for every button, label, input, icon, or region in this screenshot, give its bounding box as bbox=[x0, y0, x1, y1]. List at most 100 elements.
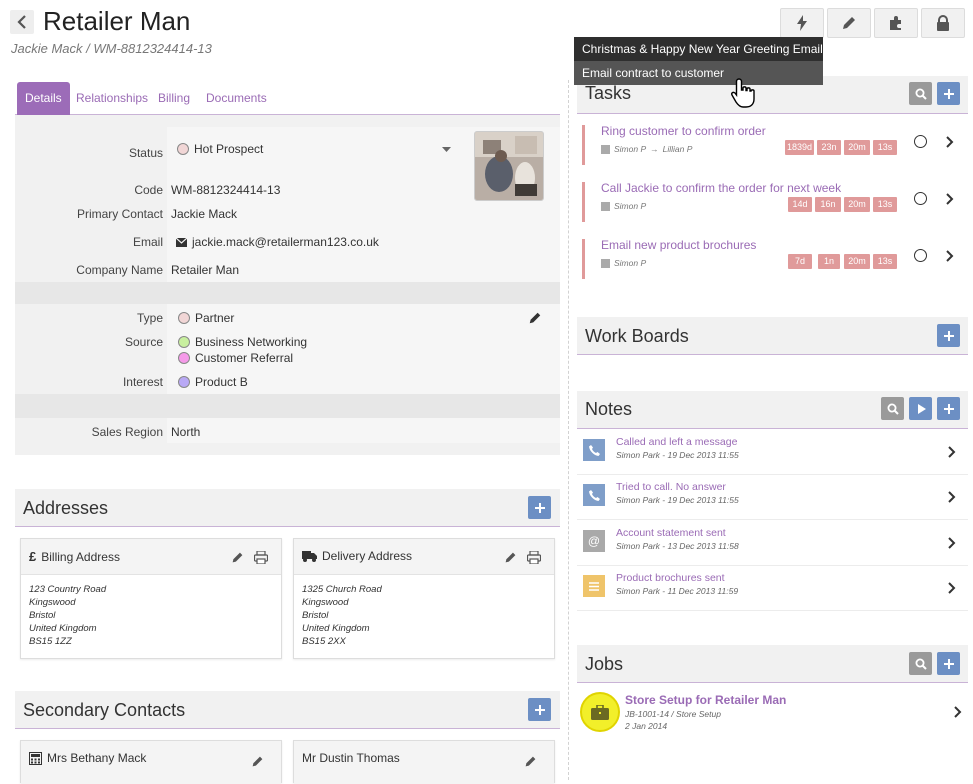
billing-address-lines: 123 Country Road Kingswood Bristol Unite… bbox=[29, 583, 106, 648]
actions-button[interactable] bbox=[780, 8, 824, 38]
address-line: 123 Country Road bbox=[29, 584, 107, 595]
note-title[interactable]: Called and left a message bbox=[616, 436, 737, 448]
pencil-icon bbox=[252, 756, 263, 767]
source-value-row-1: Business Networking bbox=[178, 335, 307, 349]
lock-icon bbox=[937, 15, 949, 31]
page-subtitle: Jackie Mack / WM-8812324414-13 bbox=[11, 41, 212, 56]
task-title[interactable]: Call Jackie to confirm the order for nex… bbox=[601, 181, 841, 195]
task-item[interactable]: Email new product brochures Simon P 7d 1… bbox=[582, 238, 902, 279]
job-title[interactable]: Store Setup for Retailer Man bbox=[625, 693, 786, 707]
chevron-right-icon[interactable] bbox=[946, 136, 954, 148]
add-address-button[interactable] bbox=[528, 496, 551, 519]
job-item[interactable]: Store Setup for Retailer Man JB-1001-14 … bbox=[577, 688, 968, 736]
secondary-contact-card: Mr Dustin Thomas bbox=[293, 740, 555, 784]
note-item[interactable]: @ Account statement sent Simon Park - 13… bbox=[577, 522, 968, 566]
note-item[interactable]: Tried to call. No answer Simon Park - 19… bbox=[577, 476, 968, 520]
company-name-label: Company Name bbox=[76, 263, 163, 277]
search-notes-button[interactable] bbox=[881, 397, 904, 420]
secondary-contact-card: Mrs Bethany Mack bbox=[20, 740, 282, 784]
chevron-right-icon[interactable] bbox=[946, 250, 954, 262]
email-link[interactable]: jackie.mack@retailerman123.co.uk bbox=[176, 235, 379, 249]
delivery-address-lines: 1325 Church Road Kingswood Bristol Unite… bbox=[302, 583, 382, 648]
add-work-board-button[interactable] bbox=[937, 324, 960, 347]
edit-button[interactable] bbox=[827, 8, 871, 38]
task-title[interactable]: Ring customer to confirm order bbox=[601, 124, 766, 138]
pencil-icon bbox=[232, 552, 243, 563]
tab-details[interactable]: Details bbox=[17, 82, 70, 115]
tab-documents[interactable]: Documents bbox=[206, 82, 267, 115]
address-line: United Kingdom bbox=[302, 623, 370, 634]
chevron-right-icon[interactable] bbox=[954, 706, 962, 718]
print-billing-address-button[interactable] bbox=[254, 551, 268, 564]
dropdown-caret-icon[interactable] bbox=[442, 147, 451, 153]
pound-icon: £ bbox=[29, 549, 37, 564]
interest-color-dot bbox=[178, 376, 190, 388]
address-line: United Kingdom bbox=[29, 623, 97, 634]
task-assignees: Simon P → Lillian P bbox=[601, 144, 692, 154]
note-title[interactable]: Account statement sent bbox=[616, 527, 726, 539]
search-jobs-button[interactable] bbox=[909, 652, 932, 675]
chevron-right-icon[interactable] bbox=[948, 491, 956, 503]
chevron-right-icon[interactable] bbox=[946, 193, 954, 205]
note-title[interactable]: Product brochures sent bbox=[616, 572, 725, 584]
task-age-badge: 20m bbox=[844, 140, 870, 155]
print-delivery-address-button[interactable] bbox=[527, 551, 541, 564]
edit-contact-button[interactable] bbox=[524, 755, 537, 768]
status-square-icon bbox=[601, 144, 610, 154]
note-item[interactable]: Product brochures sent Simon Park - 11 D… bbox=[577, 567, 968, 611]
chevron-right-icon[interactable] bbox=[948, 537, 956, 549]
arrow-right-icon: → bbox=[650, 144, 659, 154]
edit-delivery-address-button[interactable] bbox=[504, 551, 517, 564]
status-select[interactable]: Hot Prospect bbox=[177, 142, 263, 156]
tab-billing[interactable]: Billing bbox=[158, 82, 190, 115]
contact-photo[interactable] bbox=[474, 131, 544, 201]
addresses-title: Addresses bbox=[23, 498, 109, 518]
source-value: Customer Referral bbox=[195, 351, 294, 365]
task-age-badge: 13s bbox=[873, 197, 897, 212]
chevron-right-icon[interactable] bbox=[948, 446, 956, 458]
note-title[interactable]: Tried to call. No answer bbox=[616, 481, 726, 493]
complete-task-button[interactable] bbox=[914, 135, 927, 148]
addresses-header: Addresses bbox=[15, 489, 560, 527]
tab-relationships[interactable]: Relationships bbox=[76, 82, 148, 115]
pencil-icon bbox=[843, 17, 855, 29]
menu-item-email-contract[interactable]: Email contract to customer bbox=[574, 61, 823, 85]
secondary-contact-name[interactable]: Mrs Bethany Mack bbox=[47, 751, 146, 765]
complete-task-button[interactable] bbox=[914, 249, 927, 262]
secondary-contacts-header: Secondary Contacts bbox=[15, 691, 560, 729]
add-note-button[interactable] bbox=[937, 397, 960, 420]
search-icon bbox=[915, 658, 927, 670]
interest-value: Product B bbox=[195, 375, 248, 389]
secondary-contact-name[interactable]: Mr Dustin Thomas bbox=[302, 751, 400, 765]
secondary-contact-title-row: Mr Dustin Thomas bbox=[302, 751, 400, 765]
task-age-badge: 13s bbox=[873, 254, 897, 269]
task-title[interactable]: Email new product brochures bbox=[601, 238, 756, 252]
source-color-dot bbox=[178, 336, 190, 348]
primary-contact-label: Primary Contact bbox=[76, 207, 163, 221]
edit-contact-button[interactable] bbox=[251, 755, 264, 768]
search-tasks-button[interactable] bbox=[909, 82, 932, 105]
add-job-button[interactable] bbox=[937, 652, 960, 675]
task-item[interactable]: Call Jackie to confirm the order for nex… bbox=[582, 181, 902, 222]
extensions-button[interactable] bbox=[874, 8, 918, 38]
menu-item-greeting-email[interactable]: Christmas & Happy New Year Greeting Emai… bbox=[574, 37, 823, 61]
complete-task-button[interactable] bbox=[914, 192, 927, 205]
note-meta: Simon Park - 19 Dec 2013 11:55 bbox=[616, 495, 739, 505]
edit-classification-button[interactable] bbox=[528, 311, 542, 325]
play-notes-button[interactable] bbox=[909, 397, 932, 420]
task-age-badge: 20m bbox=[844, 197, 870, 212]
add-task-button[interactable] bbox=[937, 82, 960, 105]
source-label: Source bbox=[124, 335, 163, 349]
primary-contact-value[interactable]: Jackie Mack bbox=[171, 207, 237, 221]
edit-billing-address-button[interactable] bbox=[231, 551, 244, 564]
back-button[interactable] bbox=[10, 10, 34, 34]
task-assignees: Simon P bbox=[601, 258, 646, 268]
tasks-title: Tasks bbox=[585, 83, 632, 103]
lock-button[interactable] bbox=[921, 8, 965, 38]
task-item[interactable]: Ring customer to confirm order Simon P →… bbox=[582, 124, 902, 165]
note-item[interactable]: Called and left a message Simon Park - 1… bbox=[577, 431, 968, 475]
printer-icon bbox=[527, 551, 541, 564]
secondary-contacts-title: Secondary Contacts bbox=[23, 700, 186, 720]
chevron-right-icon[interactable] bbox=[948, 582, 956, 594]
add-secondary-contact-button[interactable] bbox=[528, 698, 551, 721]
